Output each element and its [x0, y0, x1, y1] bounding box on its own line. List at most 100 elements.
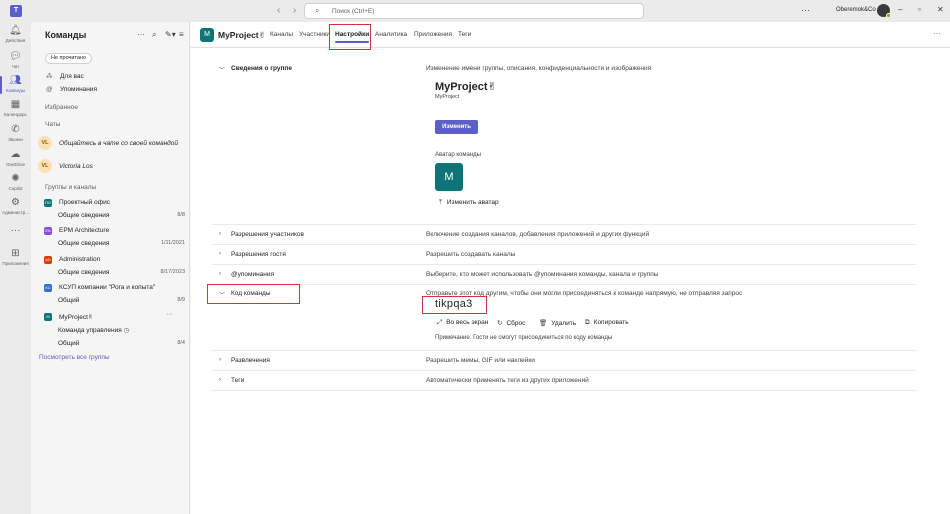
- team-item[interactable]: EA EPM Architecture: [44, 226, 187, 238]
- section-title[interactable]: Сведения о группе: [231, 65, 292, 72]
- settings-mentions[interactable]: › @упоминания Выберите, кто может исполь…: [211, 265, 917, 285]
- rail-activity[interactable]: 🔔︎ Действия: [0, 25, 31, 43]
- rail-teams[interactable]: 👥︎ Команды: [0, 75, 31, 94]
- fullscreen-button[interactable]: ⤢ Во весь экран: [437, 319, 488, 327]
- channel-item[interactable]: Общий 8/4: [58, 340, 185, 351]
- team-code-note: Примечание. Гости не смогут присоединить…: [435, 335, 613, 341]
- rail-chat[interactable]: 💬︎ Чат: [0, 51, 31, 69]
- team-name: MyProject✌: [59, 314, 94, 321]
- team-icon: AD: [44, 256, 52, 264]
- channel-item[interactable]: Общие сведения 8/8: [58, 212, 185, 223]
- section-title: @упоминания: [231, 271, 275, 278]
- bell-icon: 🔔︎: [9, 25, 22, 36]
- title-bar: T ‹ › ⌕ Поиск (Ctrl+E) ··· Oberemok&Co –…: [0, 0, 950, 22]
- close-icon[interactable]: ✕: [937, 5, 944, 14]
- nav-for-you[interactable]: ⁂ Для вас: [46, 72, 84, 80]
- highlight-settings-tab: [329, 24, 371, 50]
- section-groups[interactable]: Группы и каналы: [45, 184, 96, 191]
- teams-logo-icon: T: [10, 5, 22, 17]
- copy-button[interactable]: ⧉ Копировать: [585, 319, 629, 327]
- chevron-right-icon: ›: [219, 271, 221, 277]
- more-options-icon[interactable]: ···: [166, 311, 173, 318]
- settings-guest-permissions[interactable]: › Разрешения гостя Разрешить создавать к…: [211, 245, 917, 265]
- maximize-icon[interactable]: ▫: [918, 5, 921, 14]
- admin-icon: ⚙: [11, 197, 20, 208]
- avatar: VL: [38, 159, 52, 173]
- filter-icon[interactable]: ≡: [179, 30, 184, 39]
- copilot-icon: ✺: [11, 173, 20, 184]
- settings-tags[interactable]: › Теги Автоматически применять теги из д…: [211, 371, 917, 391]
- channel-item[interactable]: Общий 8/9: [58, 297, 185, 308]
- delete-button[interactable]: 🗑︎ Удалить: [539, 319, 576, 327]
- back-icon[interactable]: ‹: [277, 5, 280, 16]
- team-item[interactable]: КС КСУП компании "Рога и копыта": [44, 283, 187, 295]
- team-icon: M: [44, 313, 52, 321]
- forward-icon[interactable]: ›: [293, 5, 296, 16]
- section-description: Изменение имени группы, описания, конфид…: [426, 65, 652, 72]
- tab-apps[interactable]: Приложения: [414, 31, 452, 38]
- tab-tags[interactable]: Теги: [458, 31, 471, 38]
- rail-onedrive[interactable]: ☁ OneDrive: [0, 149, 31, 167]
- nav-label: Для вас: [60, 73, 84, 80]
- change-avatar-button[interactable]: ⤒ Изменить аватар: [439, 199, 499, 207]
- settings-team-code: ﹀ Код команды Отправьте этот код другим,…: [211, 285, 917, 351]
- channel-item[interactable]: Команда управления ◷: [58, 326, 185, 337]
- team-name: КСУП компании "Рога и копыта": [59, 284, 156, 291]
- rail-admin[interactable]: ⚙ Администр...: [0, 197, 31, 215]
- section-favorites[interactable]: Избранное: [45, 104, 78, 111]
- user-avatar[interactable]: [877, 4, 891, 18]
- unread-filter-chip[interactable]: Не прочитано: [45, 53, 93, 64]
- team-item[interactable]: ПО Проектный офис: [44, 198, 187, 210]
- teams-sidebar: Команды ··· ⌕ ✎▾ ≡ Не прочитано ⁂ Для вас…: [31, 22, 190, 514]
- rail-apps[interactable]: ⊞ Приложения: [0, 248, 31, 266]
- teams-icon: 👥︎: [9, 75, 22, 86]
- section-chats[interactable]: Чаты: [45, 121, 60, 128]
- see-all-groups-link[interactable]: Посмотреть все группы: [39, 354, 110, 361]
- channel-item[interactable]: Общие сведения 8/17/2023: [58, 269, 185, 280]
- settings-member-permissions[interactable]: › Разрешения участников Включение создан…: [211, 225, 917, 245]
- cloud-icon: ☁: [10, 149, 21, 160]
- search-input[interactable]: ⌕ Поиск (Ctrl+E): [304, 3, 644, 19]
- expand-icon: ⤢: [437, 319, 443, 326]
- edit-button[interactable]: Изменить: [435, 120, 478, 134]
- rail-label: Приложения: [2, 261, 29, 266]
- chevron-right-icon: ›: [219, 251, 221, 257]
- presence-available-icon: [886, 13, 891, 18]
- chat-item[interactable]: VL Общайтесь в чате со своей командой: [38, 136, 188, 153]
- minimize-icon[interactable]: –: [898, 5, 902, 14]
- sparkle-icon: ⁂: [46, 73, 53, 80]
- tab-channels[interactable]: Каналы: [270, 31, 293, 38]
- search-icon[interactable]: ⌕: [152, 30, 156, 40]
- settings-group-info: ﹀ Сведения о группе Изменение имени груп…: [211, 55, 917, 225]
- more-options-icon[interactable]: ···: [933, 29, 941, 38]
- more-icon: ···: [10, 225, 21, 236]
- rail-calendar[interactable]: ▦ Календарь: [0, 99, 31, 117]
- at-icon: @: [46, 86, 53, 93]
- team-item-myproject[interactable]: M MyProject✌ ···: [44, 311, 187, 324]
- settings-more-icon[interactable]: ···: [801, 5, 810, 15]
- rail-calls[interactable]: ✆ Звонки: [0, 124, 31, 142]
- channel-item[interactable]: Общие сведения 1/11/2021: [58, 240, 185, 251]
- chevron-down-icon[interactable]: ﹀: [219, 65, 225, 74]
- rail-more[interactable]: ···: [0, 225, 31, 237]
- tab-analytics[interactable]: Аналитика: [375, 31, 407, 38]
- reset-button[interactable]: ↻ Сброс: [497, 319, 525, 327]
- chevron-right-icon: ›: [219, 377, 221, 383]
- more-options-icon[interactable]: ···: [137, 30, 145, 39]
- compose-icon[interactable]: ✎▾: [165, 30, 176, 39]
- settings-fun[interactable]: › Развлечения Разрешить мемы, GIF или на…: [211, 351, 917, 371]
- channel-name: Общие сведения: [58, 269, 110, 276]
- section-description: Разрешить мемы, GIF или наклейки: [426, 357, 535, 364]
- org-name[interactable]: Oberemok&Co: [836, 7, 876, 13]
- channel-name: Общий: [58, 297, 80, 304]
- tab-members[interactable]: Участники: [299, 31, 330, 38]
- team-name: Administration: [59, 256, 101, 263]
- action-label: Удалить: [551, 320, 577, 327]
- team-item[interactable]: AD Administration: [44, 255, 187, 267]
- chat-item[interactable]: VL Victoria Los: [38, 159, 188, 176]
- rail-copilot[interactable]: ✺ Copilot: [0, 173, 31, 191]
- chat-icon: 💬︎: [9, 51, 22, 62]
- main-panel: M MyProject✌ Каналы Участники Настройки …: [191, 22, 950, 514]
- chevron-right-icon: ›: [219, 231, 221, 237]
- nav-mentions[interactable]: @ Упоминания: [46, 86, 97, 93]
